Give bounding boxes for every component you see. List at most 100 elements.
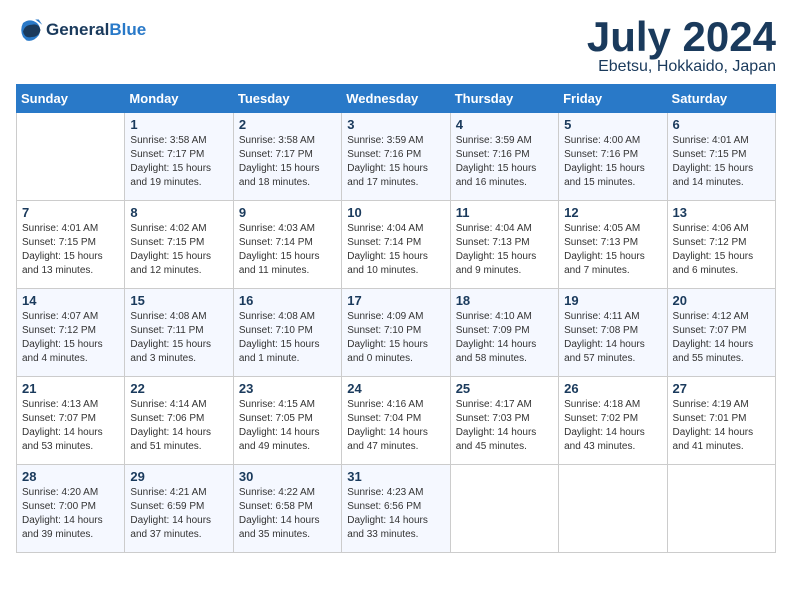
day-number: 8 bbox=[130, 205, 227, 220]
calendar-cell: 4 Sunrise: 3:59 AMSunset: 7:16 PMDaylight… bbox=[450, 113, 558, 201]
logo-text: GeneralBlue bbox=[46, 20, 146, 40]
day-number: 19 bbox=[564, 293, 661, 308]
calendar-cell: 26 Sunrise: 4:18 AMSunset: 7:02 PMDayligh… bbox=[559, 377, 667, 465]
day-number: 1 bbox=[130, 117, 227, 132]
day-info: Sunrise: 4:01 AMSunset: 7:15 PMDaylight:… bbox=[673, 134, 770, 190]
calendar-cell bbox=[17, 113, 125, 201]
day-number: 23 bbox=[239, 381, 336, 396]
calendar-cell bbox=[667, 465, 775, 553]
calendar-cell: 17 Sunrise: 4:09 AMSunset: 7:10 PMDayligh… bbox=[342, 289, 450, 377]
weekday-header-wednesday: Wednesday bbox=[342, 85, 450, 113]
weekday-header-friday: Friday bbox=[559, 85, 667, 113]
day-info: Sunrise: 4:07 AMSunset: 7:12 PMDaylight:… bbox=[22, 310, 119, 366]
calendar-cell: 10 Sunrise: 4:04 AMSunset: 7:14 PMDayligh… bbox=[342, 201, 450, 289]
day-number: 20 bbox=[673, 293, 770, 308]
day-info: Sunrise: 3:59 AMSunset: 7:16 PMDaylight:… bbox=[456, 134, 553, 190]
day-number: 29 bbox=[130, 469, 227, 484]
day-info: Sunrise: 4:05 AMSunset: 7:13 PMDaylight:… bbox=[564, 222, 661, 278]
day-number: 18 bbox=[456, 293, 553, 308]
day-number: 17 bbox=[347, 293, 444, 308]
day-number: 22 bbox=[130, 381, 227, 396]
day-info: Sunrise: 4:15 AMSunset: 7:05 PMDaylight:… bbox=[239, 398, 336, 454]
day-number: 10 bbox=[347, 205, 444, 220]
weekday-header-monday: Monday bbox=[125, 85, 233, 113]
weekday-header-tuesday: Tuesday bbox=[233, 85, 341, 113]
location: Ebetsu, Hokkaido, Japan bbox=[587, 58, 776, 76]
day-info: Sunrise: 4:14 AMSunset: 7:06 PMDaylight:… bbox=[130, 398, 227, 454]
calendar-cell: 7 Sunrise: 4:01 AMSunset: 7:15 PMDaylight… bbox=[17, 201, 125, 289]
day-info: Sunrise: 4:23 AMSunset: 6:56 PMDaylight:… bbox=[347, 486, 444, 542]
day-info: Sunrise: 4:21 AMSunset: 6:59 PMDaylight:… bbox=[130, 486, 227, 542]
weekday-header-saturday: Saturday bbox=[667, 85, 775, 113]
day-number: 3 bbox=[347, 117, 444, 132]
calendar-cell: 25 Sunrise: 4:17 AMSunset: 7:03 PMDayligh… bbox=[450, 377, 558, 465]
day-number: 15 bbox=[130, 293, 227, 308]
day-number: 5 bbox=[564, 117, 661, 132]
calendar-cell: 22 Sunrise: 4:14 AMSunset: 7:06 PMDayligh… bbox=[125, 377, 233, 465]
calendar-table: SundayMondayTuesdayWednesdayThursdayFrid… bbox=[16, 84, 776, 553]
day-number: 4 bbox=[456, 117, 553, 132]
day-info: Sunrise: 4:00 AMSunset: 7:16 PMDaylight:… bbox=[564, 134, 661, 190]
day-info: Sunrise: 4:20 AMSunset: 7:00 PMDaylight:… bbox=[22, 486, 119, 542]
calendar-cell: 19 Sunrise: 4:11 AMSunset: 7:08 PMDayligh… bbox=[559, 289, 667, 377]
calendar-cell: 30 Sunrise: 4:22 AMSunset: 6:58 PMDayligh… bbox=[233, 465, 341, 553]
calendar-cell: 8 Sunrise: 4:02 AMSunset: 7:15 PMDaylight… bbox=[125, 201, 233, 289]
day-info: Sunrise: 4:01 AMSunset: 7:15 PMDaylight:… bbox=[22, 222, 119, 278]
day-info: Sunrise: 4:22 AMSunset: 6:58 PMDaylight:… bbox=[239, 486, 336, 542]
day-number: 25 bbox=[456, 381, 553, 396]
day-info: Sunrise: 4:03 AMSunset: 7:14 PMDaylight:… bbox=[239, 222, 336, 278]
day-number: 27 bbox=[673, 381, 770, 396]
day-info: Sunrise: 4:11 AMSunset: 7:08 PMDaylight:… bbox=[564, 310, 661, 366]
day-number: 6 bbox=[673, 117, 770, 132]
day-info: Sunrise: 4:08 AMSunset: 7:10 PMDaylight:… bbox=[239, 310, 336, 366]
calendar-cell: 20 Sunrise: 4:12 AMSunset: 7:07 PMDayligh… bbox=[667, 289, 775, 377]
weekday-header-sunday: Sunday bbox=[17, 85, 125, 113]
page-header: GeneralBlue July 2024 Ebetsu, Hokkaido, … bbox=[16, 16, 776, 76]
day-info: Sunrise: 4:10 AMSunset: 7:09 PMDaylight:… bbox=[456, 310, 553, 366]
day-number: 11 bbox=[456, 205, 553, 220]
calendar-cell bbox=[559, 465, 667, 553]
day-info: Sunrise: 4:04 AMSunset: 7:13 PMDaylight:… bbox=[456, 222, 553, 278]
day-number: 16 bbox=[239, 293, 336, 308]
calendar-cell: 21 Sunrise: 4:13 AMSunset: 7:07 PMDayligh… bbox=[17, 377, 125, 465]
calendar-cell: 11 Sunrise: 4:04 AMSunset: 7:13 PMDayligh… bbox=[450, 201, 558, 289]
day-number: 12 bbox=[564, 205, 661, 220]
title-block: July 2024 Ebetsu, Hokkaido, Japan bbox=[587, 16, 776, 76]
day-info: Sunrise: 4:19 AMSunset: 7:01 PMDaylight:… bbox=[673, 398, 770, 454]
day-info: Sunrise: 4:02 AMSunset: 7:15 PMDaylight:… bbox=[130, 222, 227, 278]
day-info: Sunrise: 4:12 AMSunset: 7:07 PMDaylight:… bbox=[673, 310, 770, 366]
calendar-cell: 24Sunrise: 4:16 AMSunset: 7:04 PMDayligh… bbox=[342, 377, 450, 465]
day-info: Sunrise: 4:18 AMSunset: 7:02 PMDaylight:… bbox=[564, 398, 661, 454]
day-info: Sunrise: 3:58 AMSunset: 7:17 PMDaylight:… bbox=[239, 134, 336, 190]
calendar-cell: 5 Sunrise: 4:00 AMSunset: 7:16 PMDaylight… bbox=[559, 113, 667, 201]
calendar-cell: 6 Sunrise: 4:01 AMSunset: 7:15 PMDaylight… bbox=[667, 113, 775, 201]
day-info: Sunrise: 4:13 AMSunset: 7:07 PMDaylight:… bbox=[22, 398, 119, 454]
day-number: 28 bbox=[22, 469, 119, 484]
month-title: July 2024 bbox=[587, 16, 776, 58]
day-number: 9 bbox=[239, 205, 336, 220]
day-info: Sunrise: 3:59 AMSunset: 7:16 PMDaylight:… bbox=[347, 134, 444, 190]
day-number: 2 bbox=[239, 117, 336, 132]
day-info: Sunrise: 4:17 AMSunset: 7:03 PMDaylight:… bbox=[456, 398, 553, 454]
day-info: Sunrise: 4:06 AMSunset: 7:12 PMDaylight:… bbox=[673, 222, 770, 278]
calendar-cell: 18 Sunrise: 4:10 AMSunset: 7:09 PMDayligh… bbox=[450, 289, 558, 377]
logo-icon bbox=[16, 16, 44, 44]
day-number: 30 bbox=[239, 469, 336, 484]
calendar-cell: 28 Sunrise: 4:20 AMSunset: 7:00 PMDayligh… bbox=[17, 465, 125, 553]
calendar-cell: 31Sunrise: 4:23 AMSunset: 6:56 PMDayligh… bbox=[342, 465, 450, 553]
day-number: 14 bbox=[22, 293, 119, 308]
calendar-cell: 29 Sunrise: 4:21 AMSunset: 6:59 PMDayligh… bbox=[125, 465, 233, 553]
calendar-cell: 15 Sunrise: 4:08 AMSunset: 7:11 PMDayligh… bbox=[125, 289, 233, 377]
day-info: Sunrise: 3:58 AMSunset: 7:17 PMDaylight:… bbox=[130, 134, 227, 190]
calendar-cell bbox=[450, 465, 558, 553]
calendar-cell: 1 Sunrise: 3:58 AMSunset: 7:17 PMDaylight… bbox=[125, 113, 233, 201]
calendar-cell: 9 Sunrise: 4:03 AMSunset: 7:14 PMDaylight… bbox=[233, 201, 341, 289]
day-info: Sunrise: 4:09 AMSunset: 7:10 PMDaylight:… bbox=[347, 310, 444, 366]
day-info: Sunrise: 4:08 AMSunset: 7:11 PMDaylight:… bbox=[130, 310, 227, 366]
day-number: 7 bbox=[22, 205, 119, 220]
day-info: Sunrise: 4:04 AMSunset: 7:14 PMDaylight:… bbox=[347, 222, 444, 278]
calendar-cell: 13Sunrise: 4:06 AMSunset: 7:12 PMDayligh… bbox=[667, 201, 775, 289]
day-number: 26 bbox=[564, 381, 661, 396]
day-number: 21 bbox=[22, 381, 119, 396]
calendar-cell: 2 Sunrise: 3:58 AMSunset: 7:17 PMDaylight… bbox=[233, 113, 341, 201]
